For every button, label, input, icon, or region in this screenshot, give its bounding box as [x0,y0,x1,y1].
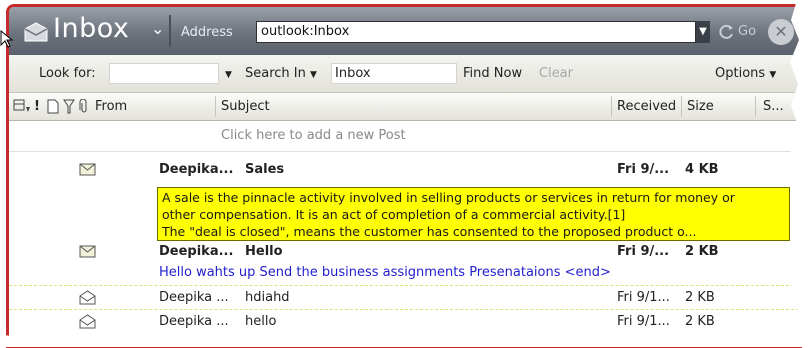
message-size: 2 KB [685,290,715,305]
options-dropdown-icon: ▼ [769,70,777,80]
envelope-open-icon [79,290,96,305]
message-from: Deepika ... [159,290,229,305]
message-row[interactable]: Deepika... Hello Fri 9/... 2 KB [9,239,799,265]
outlook-window: Inbox ⌄ Address outlook:Inbox ▼ Go ✕ Loo… [6,4,802,348]
tooltip-line: The "deal is closed", means the customer… [162,224,697,239]
title-divider [169,15,171,47]
column-header: ! From Subject Received Size S... [9,93,799,121]
new-post-placeholder: Click here to add a new Post [221,128,406,143]
message-from: Deepika... [159,244,234,259]
message-received: Fri 9/1... [617,314,670,329]
search-in-value[interactable]: Inbox [331,63,457,84]
message-row[interactable]: Deepika... Sales Fri 9/... 4 KB [9,157,799,183]
options-label: Options [715,66,766,81]
from-column-header[interactable]: From [95,99,127,114]
find-now-button[interactable]: Find Now [463,66,522,81]
column-separator[interactable] [215,96,216,117]
icon-column-icon[interactable] [47,99,59,114]
title-dropdown-icon[interactable]: ⌄ [151,19,164,38]
look-for-dropdown-icon[interactable]: ▼ [225,66,232,81]
envelope-open-icon [79,314,96,329]
tooltip-line: A sale is the pinnacle activity involved… [162,190,735,205]
message-preview-tooltip: A sale is the pinnacle activity involved… [157,187,790,241]
message-received: Fri 9/1... [617,290,670,305]
close-icon[interactable]: ✕ [768,19,794,45]
address-input[interactable]: outlook:Inbox [256,21,696,43]
message-size: 4 KB [685,162,719,177]
search-in-dropdown-icon: ▼ [310,70,317,80]
tooltip-line: other compensation. It is an act of comp… [162,207,626,222]
message-row[interactable]: Deepika ... hdiahd Fri 9/1... 2 KB [9,285,799,311]
window-title[interactable]: Inbox [53,13,129,44]
look-for-input[interactable] [109,63,219,84]
search-in-button[interactable]: Search In ▼ [245,66,317,81]
message-subject: Sales [245,162,285,177]
go-button[interactable]: Go [738,24,756,39]
message-from: Deepika... [159,162,234,177]
message-subject: hello [245,314,277,329]
message-size: 2 KB [685,314,715,329]
message-received: Fri 9/... [617,244,670,259]
message-received: Fri 9/... [617,162,670,177]
received-column-header[interactable]: Received [617,99,676,114]
message-size: 2 KB [685,244,719,259]
flag-column-icon[interactable] [63,99,75,114]
size-column-header[interactable]: Size [687,99,714,114]
importance-column-icon[interactable]: ! [34,99,40,114]
envelope-closed-icon [79,163,96,176]
clear-button[interactable]: Clear [539,66,573,81]
envelope-closed-icon [79,245,96,258]
attachment-column-icon[interactable] [79,99,89,114]
title-bar: Inbox ⌄ Address outlook:Inbox ▼ Go ✕ [9,7,799,55]
arrange-by-icon[interactable] [13,99,31,114]
mouse-pointer-icon [0,30,14,48]
message-subject: Hello [245,244,283,259]
search-in-label: Search In [245,66,306,81]
column-separator[interactable] [681,96,682,117]
inbox-icon [24,22,48,42]
address-label: Address [181,25,233,40]
message-from: Deepika ... [159,314,229,329]
message-preview-text: Hello wahts up Send the business assignm… [159,265,611,280]
message-subject: hdiahd [245,290,290,305]
subject-column-header[interactable]: Subject [221,99,270,114]
message-row[interactable]: Deepika ... hello Fri 9/1... 2 KB [9,309,799,335]
new-post-row[interactable]: Click here to add a new Post [9,121,799,152]
options-button[interactable]: Options ▼ [715,66,776,81]
refresh-icon[interactable] [716,21,736,43]
find-bar: Look for: ▼ Search In ▼ Inbox Find Now C… [9,55,799,93]
column-separator[interactable] [611,96,612,117]
address-dropdown-button[interactable]: ▼ [696,21,710,43]
extra-column-header[interactable]: S... [763,99,784,114]
column-separator[interactable] [755,96,756,117]
look-for-label: Look for: [39,66,96,81]
